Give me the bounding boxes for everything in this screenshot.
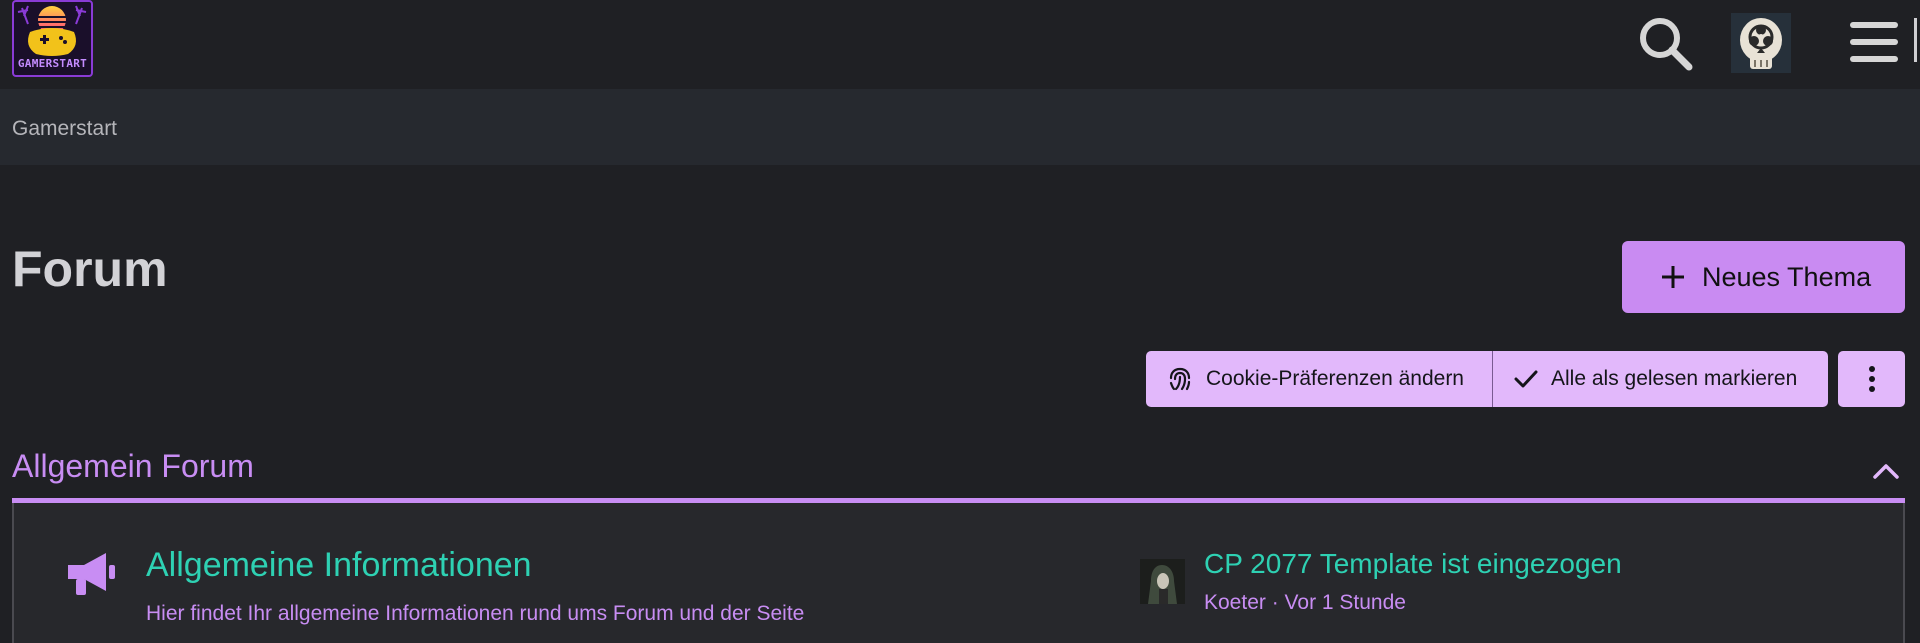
hooded-figure-avatar-icon [1140,559,1185,604]
breadcrumb-item-gamerstart[interactable]: Gamerstart [12,117,117,141]
cookie-preferences-label: Cookie-Präferenzen ändern [1206,367,1464,390]
page-title: Forum [12,241,168,297]
category-title[interactable]: Allgemein Forum [12,448,254,485]
hamburger-menu-icon [1850,22,1898,62]
logo-text: GAMERSTART [17,57,88,70]
meta-separator: · [1265,591,1285,614]
search-button[interactable] [1636,14,1694,72]
vertical-ellipsis-icon [1868,366,1875,392]
plus-icon [1662,266,1684,288]
last-post-title-link[interactable]: CP 2077 Template ist eingezogen [1204,548,1622,580]
collapse-category-button[interactable] [1870,455,1902,487]
mark-all-read-button[interactable]: Alle als gelesen markieren [1493,351,1828,407]
cookie-preferences-button[interactable]: Cookie-Präferenzen ändern [1146,351,1493,407]
checkmark-icon [1514,370,1538,388]
chevron-up-icon [1873,464,1899,479]
megaphone-icon [62,545,118,601]
scroll-edge-indicator [1914,18,1917,62]
new-topic-label: Neues Thema [1702,261,1872,292]
last-post-author-link[interactable]: Koeter [1204,591,1266,614]
breadcrumb-bar: Gamerstart [0,89,1920,165]
top-navigation-bar: GAMERSTART [0,0,1920,89]
board-name-link[interactable]: Allgemeine Informationen [146,546,532,585]
user-avatar-button[interactable] [1731,13,1791,73]
new-topic-button[interactable]: Neues Thema [1622,241,1905,313]
forum-action-group: Cookie-Präferenzen ändern Alle als geles… [1146,351,1828,407]
logo-emblem-icon [17,5,87,56]
last-post-avatar[interactable] [1140,559,1185,604]
search-icon [1640,18,1693,71]
last-post-meta: Koeter · Vor 1 Stunde [1204,591,1406,615]
biohazard-skull-avatar-icon [1740,18,1782,69]
mark-all-read-label: Alle als gelesen markieren [1551,367,1798,390]
more-options-button[interactable] [1838,351,1905,407]
gamerstart-logo[interactable]: GAMERSTART [12,0,93,77]
fingerprint-icon [1169,367,1191,391]
main-menu-button[interactable] [1848,18,1900,66]
last-post-time: Vor 1 Stunde [1284,591,1406,614]
board-description: Hier findet Ihr allgemeine Informationen… [146,602,805,625]
